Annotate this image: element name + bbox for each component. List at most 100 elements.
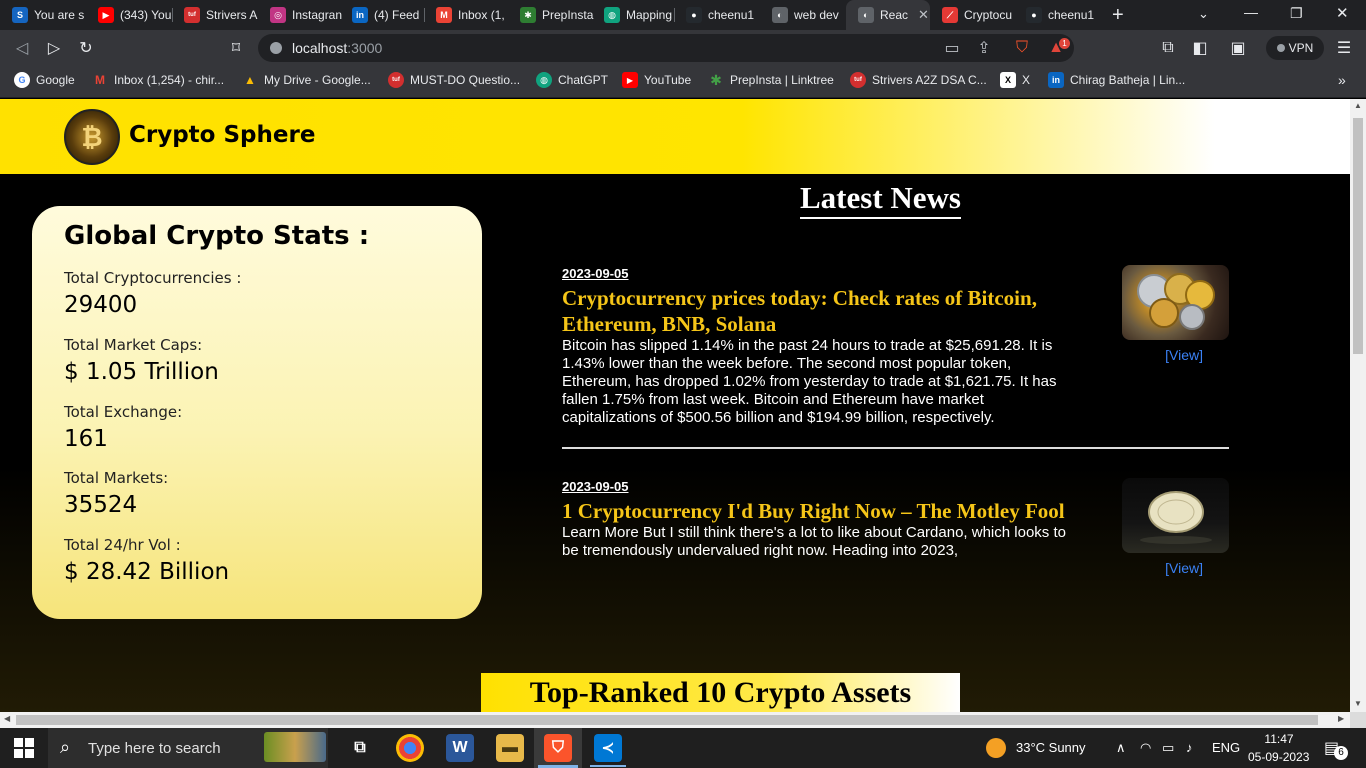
tab-10-active[interactable]: ◐ Reac ✕ bbox=[846, 0, 930, 30]
bookmark-google[interactable]: G Google bbox=[14, 72, 75, 88]
tuf-icon: tuf bbox=[184, 7, 200, 23]
bookmark-chatgpt[interactable]: ◍ ChatGPT bbox=[536, 72, 608, 88]
file-explorer-icon[interactable]: ▬ bbox=[496, 734, 524, 762]
close-window-button[interactable]: ✕ bbox=[1336, 4, 1349, 22]
coins-image-icon bbox=[1137, 273, 1215, 330]
tab-label: cheenu1 bbox=[1048, 8, 1095, 22]
tab-search-icon[interactable]: ⌄ bbox=[1198, 6, 1209, 22]
wallet-icon[interactable]: ▣ bbox=[1228, 38, 1248, 58]
bookmark-youtube[interactable]: ▶ YouTube bbox=[622, 72, 691, 88]
vertical-scroll-thumb[interactable] bbox=[1353, 118, 1363, 354]
cast-icon[interactable]: ▭ bbox=[942, 38, 962, 58]
volume-icon[interactable]: ♪ bbox=[1186, 740, 1193, 755]
stat-label: Total Exchange: bbox=[64, 403, 183, 421]
reload-icon[interactable]: ↻ bbox=[76, 38, 96, 58]
vscode-icon[interactable]: ≺ bbox=[594, 734, 622, 762]
site-info-icon[interactable] bbox=[270, 42, 282, 54]
close-tab-icon[interactable]: ✕ bbox=[914, 7, 929, 23]
vpn-button[interactable]: VPN bbox=[1266, 36, 1324, 60]
sidebar-icon[interactable]: ◧ bbox=[1190, 38, 1210, 58]
news-view-link[interactable]: [View] bbox=[1165, 560, 1203, 576]
extensions-icon[interactable]: ⧉ bbox=[1158, 38, 1178, 58]
bookmark-linkedin[interactable]: in Chirag Batheja | Lin... bbox=[1048, 72, 1185, 88]
tab-6[interactable]: ✱ PrepInsta bbox=[508, 0, 594, 30]
share-icon[interactable]: ⇪ bbox=[974, 38, 994, 58]
tab-5[interactable]: M Inbox (1, bbox=[424, 0, 510, 30]
bookmark-gmail[interactable]: M Inbox (1,254) - chir... bbox=[92, 72, 224, 88]
tab-12[interactable]: ● cheenu1 bbox=[1014, 0, 1100, 30]
tab-11[interactable]: ⟋ Cryptocu bbox=[930, 0, 1016, 30]
top-ranked-heading: Top-Ranked 10 Crypto Assets bbox=[481, 673, 960, 712]
minimize-button[interactable]: — bbox=[1244, 4, 1258, 20]
browser-tab-bar: S You are s ▶ (343) You tuf Strivers A ◎ Ins… bbox=[0, 0, 1366, 30]
tab-7[interactable]: ◍ Mapping bbox=[592, 0, 678, 30]
news-title[interactable]: 1 Cryptocurrency I'd Buy Right Now – The… bbox=[562, 498, 1072, 524]
forward-icon[interactable]: ▷ bbox=[44, 38, 64, 58]
bookmark-must-do[interactable]: tuf MUST-DO Questio... bbox=[388, 72, 520, 88]
app-brand[interactable]: Crypto Sphere bbox=[129, 122, 315, 148]
chrome-icon[interactable] bbox=[396, 734, 424, 762]
new-tab-button[interactable]: + bbox=[1112, 4, 1124, 27]
show-hidden-icons-icon[interactable]: ∧ bbox=[1116, 740, 1126, 756]
url-text[interactable]: localhost:3000 bbox=[292, 40, 382, 56]
tab-8[interactable]: ● cheenu1 bbox=[674, 0, 760, 30]
weather-sun-icon[interactable] bbox=[986, 738, 1006, 758]
news-view-link[interactable]: [View] bbox=[1165, 347, 1203, 363]
windows-start-icon[interactable] bbox=[14, 738, 34, 763]
bitcoin-logo-icon[interactable]: ₿ bbox=[64, 109, 120, 165]
bookmark-x[interactable]: XX bbox=[1000, 72, 1030, 88]
brave-icon[interactable]: ⛉ bbox=[544, 734, 572, 762]
scroll-right-icon[interactable]: ▶ bbox=[1338, 714, 1344, 723]
news-title[interactable]: Cryptocurrency prices today: Check rates… bbox=[562, 285, 1072, 337]
search-highlight-icon[interactable] bbox=[264, 732, 326, 762]
back-icon[interactable]: ◁ bbox=[12, 38, 32, 58]
task-view-icon[interactable]: ⧉ bbox=[346, 734, 374, 762]
horizontal-scroll-thumb[interactable] bbox=[16, 715, 1318, 725]
weather-text[interactable]: 33°C Sunny bbox=[1016, 740, 1086, 755]
tab-2[interactable]: tuf Strivers A bbox=[172, 0, 258, 30]
tab-label: PrepInsta bbox=[542, 8, 594, 22]
language-indicator[interactable]: ENG bbox=[1212, 740, 1240, 755]
tab-1[interactable]: ▶ (343) You bbox=[86, 0, 172, 30]
tab-label: Reac bbox=[880, 8, 909, 22]
news-body: Bitcoin has slipped 1.14% in the past 24… bbox=[562, 337, 1057, 426]
bookmark-prepinsta[interactable]: ✱ PrepInsta | Linktree bbox=[708, 72, 834, 88]
tab-label: You are s bbox=[34, 8, 85, 22]
battery-icon[interactable]: ▭ bbox=[1162, 740, 1174, 756]
scroll-down-icon[interactable]: ▼ bbox=[1354, 699, 1362, 708]
tab-3[interactable]: ◎ Instagran bbox=[258, 0, 344, 30]
bookmark-label: Inbox (1,254) - chir... bbox=[114, 73, 225, 87]
stat-value: $ 28.42 Billion bbox=[64, 559, 230, 585]
news-item: 2023-09-05 1 Cryptocurrency I'd Buy Righ… bbox=[562, 478, 1229, 576]
s-icon: S bbox=[12, 7, 28, 23]
clock-date[interactable]: 05-09-2023 bbox=[1248, 750, 1309, 764]
menu-icon[interactable]: ☰ bbox=[1334, 38, 1354, 58]
brave-shield-icon[interactable]: ⛉ bbox=[1012, 38, 1032, 58]
github-icon: ● bbox=[686, 7, 702, 23]
tab-9[interactable]: ◐ web dev bbox=[760, 0, 846, 30]
tab-label: Cryptocu bbox=[964, 8, 1013, 22]
vpn-status-icon bbox=[1276, 44, 1285, 52]
network-icon[interactable]: ◠ bbox=[1140, 740, 1151, 756]
bookmark-icon[interactable]: ⌑ bbox=[226, 38, 246, 58]
bookmark-strivers[interactable]: tuf Strivers A2Z DSA C... bbox=[850, 72, 987, 88]
tab-0[interactable]: S You are s bbox=[0, 0, 86, 30]
stat-label: Total Markets: bbox=[64, 469, 169, 487]
tab-label: (4) Feed bbox=[374, 8, 420, 22]
google-icon: G bbox=[14, 72, 30, 88]
bookmark-drive[interactable]: ▲ My Drive - Google... bbox=[242, 72, 371, 88]
page-viewport: ₿ Crypto Sphere Global Crypto Stats : To… bbox=[0, 99, 1350, 712]
scroll-up-icon[interactable]: ▲ bbox=[1354, 101, 1362, 110]
word-icon[interactable]: W bbox=[446, 734, 474, 762]
more-bookmarks-icon[interactable]: » bbox=[1338, 72, 1346, 88]
bookmark-label: PrepInsta | Linktree bbox=[730, 73, 834, 87]
scroll-left-icon[interactable]: ◀ bbox=[4, 714, 10, 723]
open-indicator bbox=[590, 765, 626, 767]
stat-value: 29400 bbox=[64, 292, 138, 318]
taskbar-search-placeholder: Type here to search bbox=[88, 740, 221, 757]
url-host: localhost bbox=[292, 40, 348, 56]
clock-time[interactable]: 11:47 bbox=[1264, 732, 1294, 746]
latest-news-heading: Latest News bbox=[800, 180, 961, 219]
restore-button[interactable]: ❐ bbox=[1290, 5, 1303, 22]
tab-4[interactable]: in (4) Feed bbox=[340, 0, 426, 30]
